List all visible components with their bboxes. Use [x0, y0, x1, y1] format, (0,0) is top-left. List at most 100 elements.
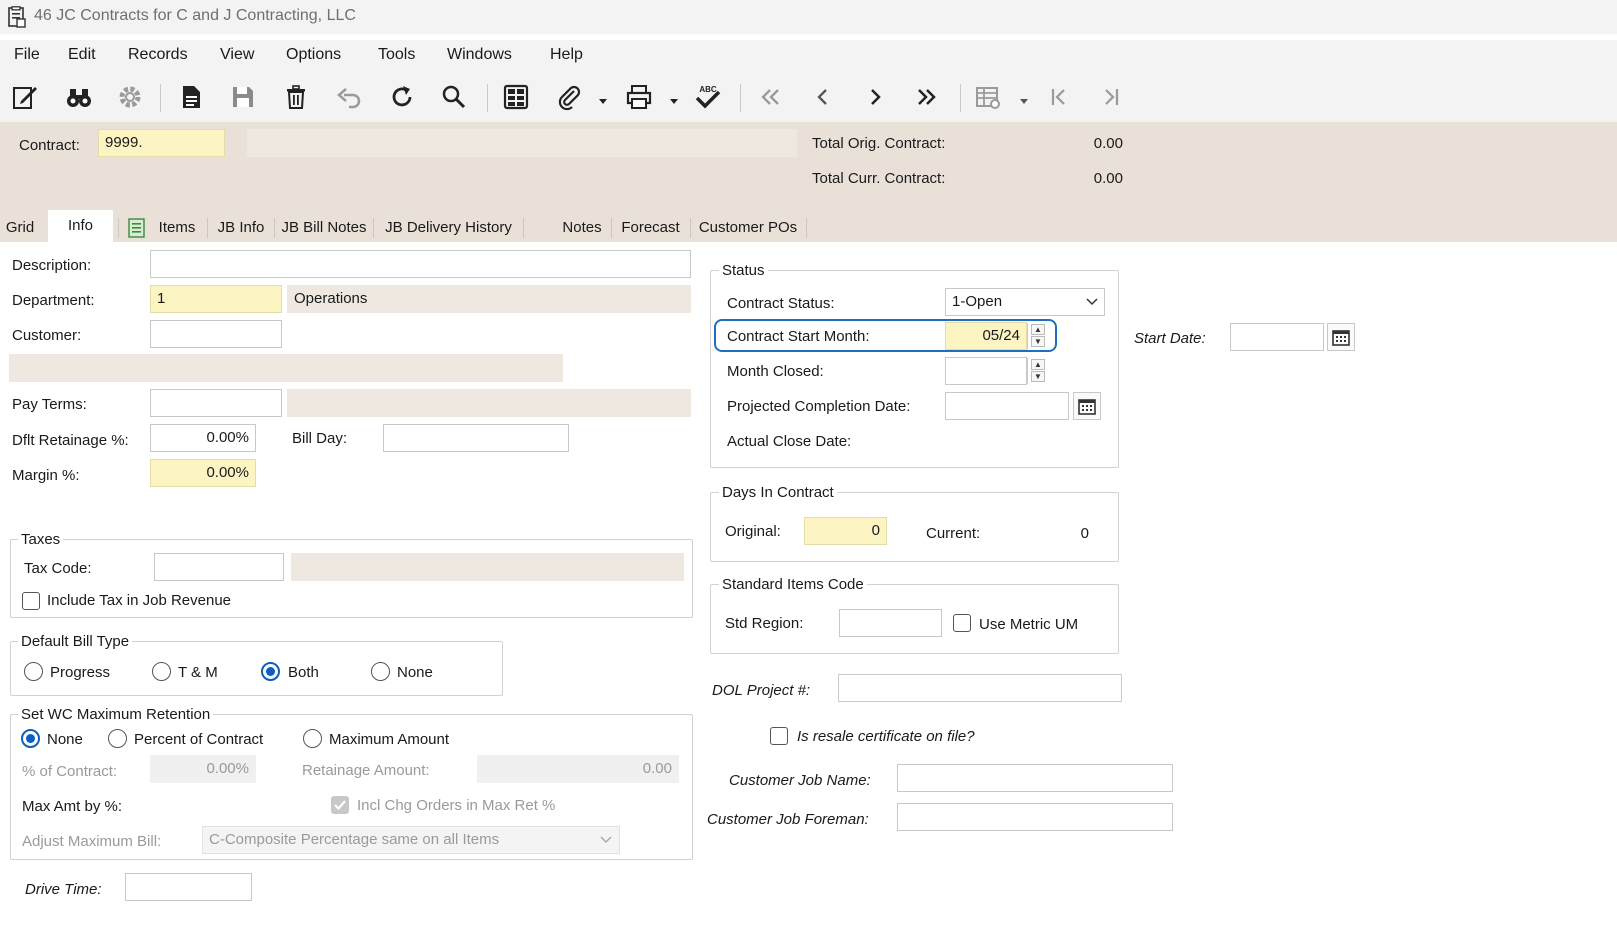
menu-file[interactable]: File — [14, 46, 40, 64]
table-settings-icon[interactable] — [970, 80, 1006, 114]
spellcheck-icon[interactable]: ABC — [690, 80, 726, 114]
description-field[interactable] — [150, 250, 691, 278]
bill-type-tm-radio[interactable] — [152, 662, 171, 681]
contract-start-month-field[interactable]: 05/24 — [945, 322, 1027, 350]
grid-layout-icon[interactable] — [498, 80, 534, 114]
start-month-spinner[interactable]: ▲ ▼ — [1027, 323, 1047, 349]
contract-description-display — [247, 129, 797, 157]
undo-icon[interactable] — [331, 80, 367, 114]
drive-time-field[interactable] — [125, 873, 252, 901]
binoculars-icon[interactable] — [61, 80, 97, 114]
menu-windows[interactable]: Windows — [447, 46, 512, 64]
save-icon[interactable] — [225, 80, 261, 114]
last-record-icon[interactable] — [909, 80, 945, 114]
tab-jb-delivery-history[interactable]: JB Delivery History — [377, 214, 520, 242]
previous-record-icon[interactable] — [805, 80, 841, 114]
print-icon[interactable] — [621, 80, 657, 114]
retainage-label: Dflt Retainage %: — [12, 432, 129, 449]
dol-project-label: DOL Project #: — [712, 682, 811, 699]
include-tax-label: Include Tax in Job Revenue — [47, 592, 232, 609]
tax-code-field[interactable] — [154, 553, 284, 581]
resale-certificate-checkbox[interactable] — [770, 727, 788, 745]
customer-job-foreman-field[interactable] — [897, 803, 1173, 831]
new-document-icon[interactable] — [173, 80, 209, 114]
window-title: 46 JC Contracts for C and J Contracting,… — [34, 7, 356, 24]
menu-tools[interactable]: Tools — [378, 46, 415, 64]
customer-field[interactable] — [150, 320, 282, 348]
bill-type-both-radio[interactable] — [261, 662, 280, 681]
last-page-icon[interactable] — [1093, 80, 1129, 114]
include-tax-checkbox[interactable] — [22, 592, 40, 610]
attachment-dropdown-icon[interactable] — [599, 92, 607, 109]
app-document-icon — [8, 6, 26, 28]
menu-edit[interactable]: Edit — [68, 46, 96, 64]
tab-jb-bill-notes[interactable]: JB Bill Notes — [278, 214, 370, 242]
tab-separator — [274, 218, 275, 238]
actual-close-date-label: Actual Close Date: — [727, 433, 852, 450]
spinner-down-icon[interactable]: ▼ — [1031, 371, 1045, 382]
tab-separator — [118, 218, 119, 238]
dol-project-field[interactable] — [838, 674, 1122, 702]
bill-day-field[interactable] — [383, 424, 569, 452]
tab-notes[interactable]: Notes — [555, 214, 609, 242]
menu-records[interactable]: Records — [128, 46, 188, 64]
delete-trash-icon[interactable] — [278, 80, 314, 114]
tab-items[interactable]: Items — [150, 214, 204, 242]
table-settings-dropdown-icon[interactable] — [1020, 92, 1028, 109]
search-icon[interactable] — [436, 80, 472, 114]
menu-options[interactable]: Options — [286, 46, 341, 64]
start-date-field[interactable] — [1230, 323, 1324, 351]
pay-terms-field[interactable] — [150, 389, 282, 417]
tab-customer-pos[interactable]: Customer POs — [693, 214, 803, 242]
start-date-calendar-button[interactable] — [1327, 323, 1355, 351]
tab-forecast[interactable]: Forecast — [614, 214, 687, 242]
spinner-up-icon[interactable]: ▲ — [1031, 324, 1045, 335]
bill-type-none-label: None — [397, 664, 433, 681]
tab-grid[interactable]: Grid — [0, 214, 40, 242]
use-metric-um-checkbox[interactable] — [953, 614, 971, 632]
retention-max-amount-radio[interactable] — [303, 729, 322, 748]
bill-type-progress-radio[interactable] — [24, 662, 43, 681]
print-dropdown-icon[interactable] — [670, 92, 678, 109]
retainage-amount-label: Retainage Amount: — [302, 762, 430, 779]
month-closed-spinner[interactable]: ▲ ▼ — [1027, 358, 1047, 384]
total-curr-contract-label: Total Curr. Contract: — [812, 170, 946, 187]
department-field[interactable]: 1 — [150, 285, 282, 313]
next-record-icon[interactable] — [857, 80, 893, 114]
attachment-icon[interactable] — [551, 80, 587, 114]
retention-none-radio[interactable] — [21, 729, 40, 748]
bill-type-both-label: Both — [288, 664, 319, 681]
first-record-icon[interactable] — [752, 80, 788, 114]
menu-help[interactable]: Help — [550, 46, 583, 64]
retention-percent-label: Percent of Contract — [134, 731, 264, 748]
settings-gear-icon[interactable] — [112, 80, 148, 114]
first-page-icon[interactable] — [1041, 80, 1077, 114]
retainage-percent-field[interactable]: 0.00% — [150, 424, 256, 452]
original-days-field[interactable]: 0 — [804, 517, 887, 545]
projected-completion-field[interactable] — [945, 392, 1069, 420]
calendar-icon — [1078, 399, 1096, 415]
month-closed-field[interactable] — [945, 357, 1027, 385]
spinner-up-icon[interactable]: ▲ — [1031, 359, 1045, 370]
menu-view[interactable]: View — [220, 46, 254, 64]
spinner-down-icon[interactable]: ▼ — [1031, 336, 1045, 347]
customer-job-foreman-label: Customer Job Foreman: — [707, 811, 869, 828]
chevron-down-icon[interactable] — [1086, 298, 1098, 306]
contract-status-select[interactable]: 1-Open — [945, 288, 1105, 316]
bill-type-none-radio[interactable] — [371, 662, 390, 681]
retention-percent-radio[interactable] — [108, 729, 127, 748]
tab-bar: Grid Info Items JB Info JB Bill Notes JB… — [0, 210, 1617, 242]
contract-status-value: 1-Open — [952, 293, 1003, 310]
projected-completion-calendar-button[interactable] — [1073, 392, 1101, 420]
tab-info[interactable]: Info — [48, 210, 113, 242]
margin-percent-field[interactable]: 0.00% — [150, 459, 256, 487]
max-amt-by-pct-label: Max Amt by %: — [22, 798, 123, 815]
total-curr-contract-value: 0.00 — [1093, 170, 1123, 187]
refresh-icon[interactable] — [384, 80, 420, 114]
contract-number-field[interactable]: 9999. — [98, 129, 225, 157]
checkmark-icon — [334, 800, 346, 811]
std-region-field[interactable] — [839, 609, 942, 637]
customer-job-name-field[interactable] — [897, 764, 1173, 792]
tab-jb-info[interactable]: JB Info — [211, 214, 271, 242]
edit-form-icon[interactable] — [7, 80, 43, 114]
